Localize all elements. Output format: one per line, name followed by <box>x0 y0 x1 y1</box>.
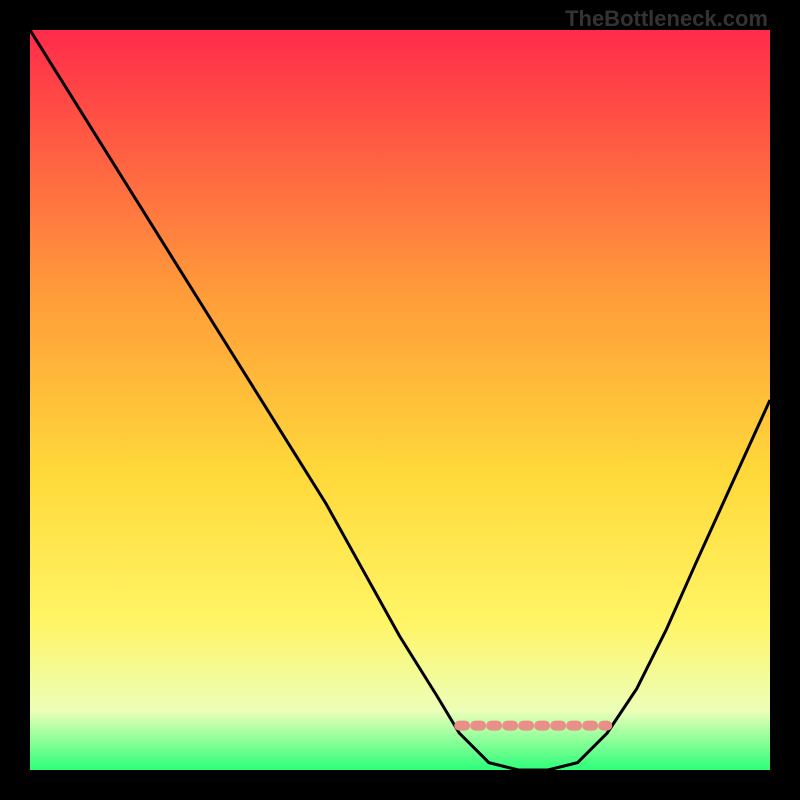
chart-svg <box>30 30 770 770</box>
gradient-background <box>30 30 770 770</box>
watermark-text: TheBottleneck.com <box>565 6 768 32</box>
bottleneck-chart <box>30 30 770 770</box>
